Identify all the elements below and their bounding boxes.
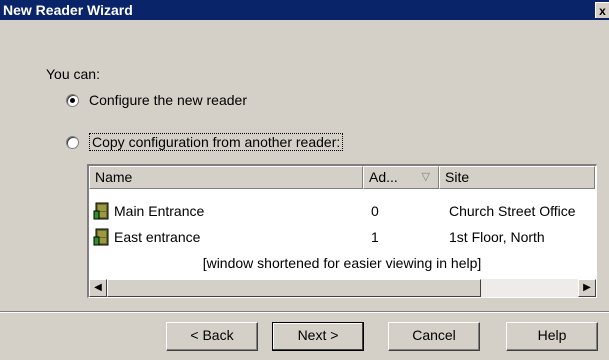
scroll-thumb[interactable] — [107, 279, 481, 297]
horizontal-scrollbar[interactable]: ◀ ▶ — [89, 279, 596, 297]
list-item-address: 0 — [371, 203, 379, 219]
cancel-button[interactable]: Cancel — [388, 322, 480, 351]
option-copy-configuration[interactable]: Copy configuration from another reader: — [66, 133, 344, 151]
column-header-site[interactable]: Site — [439, 166, 595, 189]
option-copy-configuration-label: Copy configuration from another reader: — [89, 133, 344, 151]
list-item[interactable]: Main Entrance 0 Church Street Office — [89, 200, 595, 222]
column-header-name[interactable]: Name — [89, 166, 363, 189]
separator — [0, 311, 609, 313]
scroll-right-icon[interactable]: ▶ — [578, 279, 596, 297]
door-icon — [93, 228, 109, 246]
title-bar: New Reader Wizard x — [0, 0, 609, 20]
back-button[interactable]: < Back — [166, 322, 258, 351]
list-item-name-cell: East entrance — [93, 226, 200, 248]
help-button[interactable]: Help — [506, 322, 598, 351]
column-header-site-label: Site — [445, 169, 470, 185]
reader-list[interactable]: Name Ad... ▽ Site Main Entrance 0 Church… — [87, 164, 597, 298]
intro-text: You can: — [46, 66, 100, 82]
option-configure-new-label: Configure the new reader — [89, 92, 247, 108]
list-item-name-cell: Main Entrance — [93, 200, 204, 222]
next-button[interactable]: Next > — [272, 322, 364, 351]
column-header-address[interactable]: Ad... ▽ — [363, 166, 439, 189]
column-header-address-label: Ad... — [369, 169, 398, 185]
door-icon — [93, 202, 109, 220]
sort-down-icon: ▽ — [421, 171, 430, 183]
window-title: New Reader Wizard — [3, 2, 133, 18]
list-item-site: 1st Floor, North — [449, 229, 545, 245]
radio-copy-configuration[interactable] — [66, 135, 79, 149]
list-note: [window shortened for easier viewing in … — [202, 255, 482, 271]
radio-configure-new[interactable] — [66, 93, 79, 107]
option-configure-new[interactable]: Configure the new reader — [66, 92, 247, 108]
list-item[interactable]: East entrance 1 1st Floor, North — [89, 226, 595, 248]
list-header: Name Ad... ▽ Site — [89, 166, 595, 189]
list-item-address: 1 — [371, 229, 379, 245]
list-item-name: Main Entrance — [114, 203, 205, 219]
scroll-track[interactable] — [481, 279, 578, 297]
list-item-site: Church Street Office — [449, 203, 576, 219]
close-icon[interactable]: x — [595, 2, 609, 18]
column-header-name-label: Name — [95, 169, 133, 185]
scroll-left-icon[interactable]: ◀ — [89, 279, 107, 297]
list-item-name: East entrance — [114, 229, 201, 245]
